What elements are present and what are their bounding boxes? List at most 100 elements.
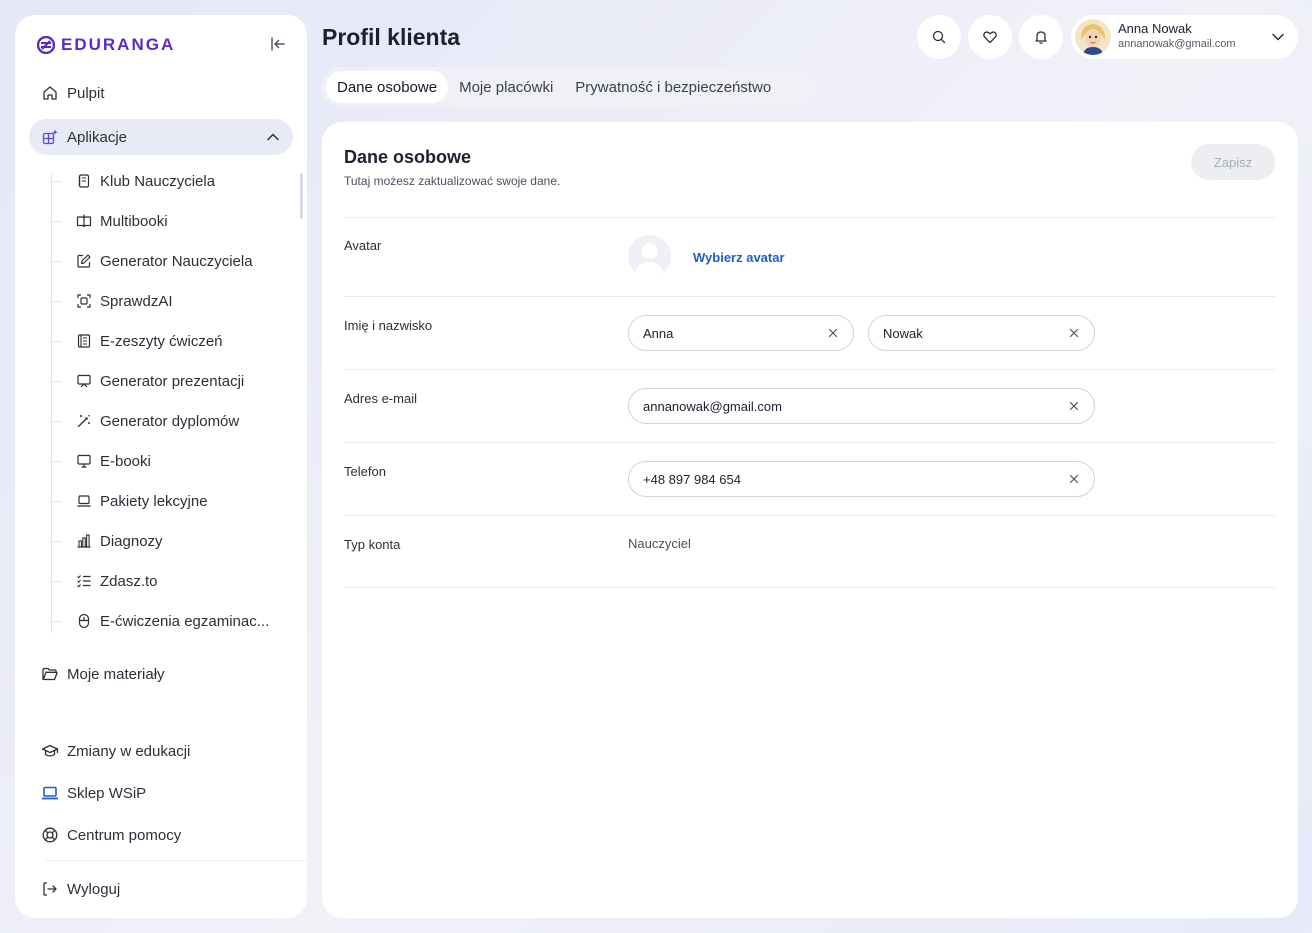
email-input[interactable] — [643, 398, 1068, 414]
bar-chart-icon — [77, 534, 91, 548]
sidebar: EDURANGA Pulpit Aplikacje Klub Nauczycie… — [15, 15, 307, 918]
phone-label: Telefon — [344, 464, 386, 479]
chevron-down-icon[interactable] — [1270, 29, 1286, 45]
user-email: annanowak@gmail.com — [1118, 38, 1236, 50]
home-icon — [43, 86, 57, 100]
monitor-icon — [77, 454, 91, 468]
favorites-button[interactable] — [968, 15, 1012, 59]
user-name: Anna Nowak — [1118, 21, 1192, 36]
eduranga-logo-icon — [37, 36, 55, 54]
presentation-icon — [77, 374, 91, 388]
sidebar-app-label: E-ćwiczenia egzaminac... — [100, 612, 270, 630]
row-divider — [344, 369, 1276, 370]
sidebar-item-aplikacje[interactable]: Aplikacje — [29, 119, 293, 155]
user-avatar-icon — [1075, 19, 1111, 55]
save-button[interactable]: Zapisz — [1191, 144, 1275, 180]
sidebar-app-label: Diagnozy — [100, 532, 163, 550]
clear-icon[interactable] — [1068, 473, 1080, 485]
sidebar-item-label: Sklep WSiP — [67, 784, 147, 802]
first-name-input[interactable] — [643, 325, 827, 341]
apps-tree-line — [51, 173, 52, 633]
account-type-label: Typ konta — [344, 537, 401, 552]
last-name-field[interactable] — [868, 315, 1095, 351]
tab-prywatnosc[interactable]: Prywatność i bezpieczeństwo — [564, 71, 782, 103]
search-button[interactable] — [917, 15, 961, 59]
app-frame: EDURANGA Pulpit Aplikacje Klub Nauczycie… — [0, 0, 1312, 933]
name-label: Imię i nazwisko — [344, 318, 433, 333]
phone-field[interactable] — [628, 461, 1095, 497]
logout-label: Wyloguj — [67, 880, 121, 898]
choose-avatar-link[interactable]: Wybierz avatar — [693, 250, 785, 265]
row-divider — [344, 587, 1276, 588]
sidebar-app-label: Klub Nauczyciela — [100, 172, 216, 190]
shop-laptop-icon — [42, 786, 58, 800]
profile-tabs: Dane osobowe Moje placówki Prywatność i … — [322, 67, 816, 107]
sidebar-app-e-cwiczenia[interactable]: E-ćwiczenia egzaminac... — [52, 605, 298, 637]
bell-icon — [1035, 31, 1047, 44]
row-divider — [344, 515, 1276, 516]
sidebar-app-e-booki[interactable]: E-booki — [52, 445, 298, 477]
sidebar-item-label: Moje materiały — [67, 665, 165, 683]
avatar-placeholder[interactable] — [628, 235, 671, 278]
sidebar-app-label: Generator prezentacji — [100, 372, 245, 390]
sidebar-item-moje-materialy[interactable]: Moje materiały — [29, 656, 293, 692]
search-icon — [932, 30, 946, 44]
sidebar-app-pakiety-lekcyjne[interactable]: Pakiety lekcyjne — [52, 485, 298, 517]
sidebar-app-klub-nauczyciela[interactable]: Klub Nauczyciela — [52, 165, 298, 197]
tab-moje-placowki[interactable]: Moje placówki — [448, 71, 564, 103]
sidebar-app-generator-dyplomow[interactable]: Generator dyplomów — [52, 405, 298, 437]
collapse-sidebar-icon[interactable] — [269, 35, 287, 53]
sidebar-scrollbar[interactable] — [300, 173, 303, 219]
lifebuoy-icon — [42, 827, 58, 843]
notifications-button[interactable] — [1019, 15, 1063, 59]
user-menu[interactable]: Anna Nowak annanowak@gmail.com — [1071, 15, 1298, 59]
sidebar-app-label: E-zeszyty ćwiczeń — [100, 332, 223, 350]
sidebar-app-generator-prezentacji[interactable]: Generator prezentacji — [52, 365, 298, 397]
sidebar-item-sklep-wsip[interactable]: Sklep WSiP — [29, 775, 293, 811]
sidebar-app-label: Pakiety lekcyjne — [100, 492, 208, 510]
avatar — [1075, 19, 1111, 55]
sidebar-item-zmiany-w-edukacji[interactable]: Zmiany w edukacji — [29, 733, 293, 769]
logo[interactable]: EDURANGA — [37, 35, 175, 55]
last-name-input[interactable] — [883, 325, 1068, 341]
sidebar-item-centrum-pomocy[interactable]: Centrum pomocy — [29, 817, 293, 853]
clear-icon[interactable] — [827, 327, 839, 339]
user-placeholder-icon — [634, 243, 665, 278]
notebook-icon — [78, 174, 90, 188]
sidebar-app-label: Generator dyplomów — [100, 412, 240, 430]
row-divider — [344, 296, 1276, 297]
sidebar-app-zdasz-to[interactable]: Zdasz.to — [52, 565, 298, 597]
sidebar-app-e-zeszyty[interactable]: E-zeszyty ćwiczeń — [52, 325, 298, 357]
checklist-icon — [77, 575, 91, 588]
graduation-cap-icon — [41, 744, 59, 757]
workbook-icon — [77, 334, 91, 348]
brand-name: EDURANGA — [61, 35, 176, 54]
clear-icon[interactable] — [1068, 400, 1080, 412]
folder-icon — [42, 667, 58, 681]
chevron-up-icon[interactable] — [265, 129, 281, 145]
email-field[interactable] — [628, 388, 1095, 424]
sidebar-app-sprawdzai[interactable]: SprawdzAI — [52, 285, 298, 317]
email-label: Adres e-mail — [344, 391, 417, 406]
magic-wand-icon — [77, 415, 90, 428]
laptop-icon — [77, 495, 91, 507]
sidebar-app-label: Generator Nauczyciela — [100, 252, 253, 270]
sidebar-app-diagnozy[interactable]: Diagnozy — [52, 525, 298, 557]
clear-icon[interactable] — [1068, 327, 1080, 339]
sidebar-item-pulpit[interactable]: Pulpit — [29, 75, 293, 111]
phone-input[interactable] — [643, 471, 1068, 487]
sidebar-app-generator-nauczyciela[interactable]: Generator Nauczyciela — [52, 245, 298, 277]
sidebar-item-label: Centrum pomocy — [67, 826, 182, 844]
sidebar-app-label: SprawdzAI — [100, 292, 173, 310]
section-title: Dane osobowe — [344, 147, 472, 167]
sidebar-app-label: Zdasz.to — [100, 572, 158, 590]
logout-button[interactable]: Wyloguj — [29, 871, 293, 907]
section-subtitle: Tutaj możesz zaktualizować swoje dane. — [344, 174, 561, 188]
first-name-field[interactable] — [628, 315, 854, 351]
heart-icon — [983, 31, 997, 44]
sidebar-app-label: Multibooki — [100, 212, 168, 230]
avatar-label: Avatar — [344, 238, 382, 253]
sidebar-app-multibooki[interactable]: Multibooki — [52, 205, 298, 237]
tab-dane-osobowe[interactable]: Dane osobowe — [326, 71, 449, 103]
edit-icon — [77, 254, 91, 268]
